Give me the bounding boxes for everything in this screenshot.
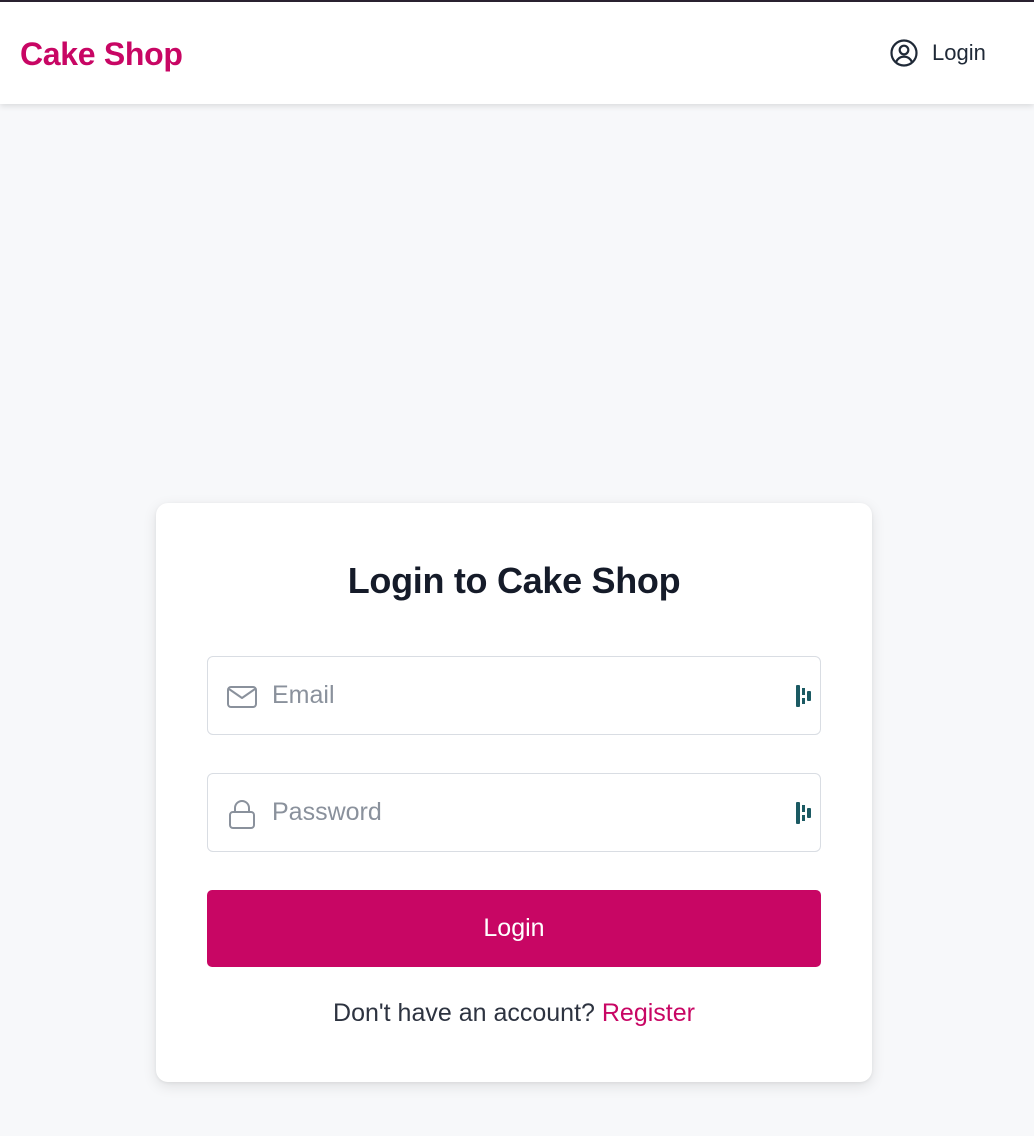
brand-logo-link[interactable]: Cake Shop — [20, 35, 183, 73]
envelope-icon — [227, 686, 257, 708]
user-circle-icon — [890, 39, 918, 67]
register-prompt: Don't have an account? Register — [156, 998, 872, 1028]
login-title: Login to Cake Shop — [347, 560, 681, 601]
login-card: Login to Cake Shop Login Don't have an a… — [156, 503, 872, 1082]
register-prompt-text: Don't have an account? — [333, 999, 602, 1027]
email-input[interactable] — [272, 657, 782, 734]
register-link[interactable]: Register — [602, 999, 695, 1027]
login-submit-button[interactable]: Login — [207, 890, 821, 967]
password-manager-icon[interactable] — [796, 685, 813, 707]
password-input[interactable] — [272, 774, 782, 851]
password-manager-icon[interactable] — [796, 802, 813, 824]
email-field[interactable] — [207, 656, 821, 735]
password-field[interactable] — [207, 773, 821, 852]
lock-icon — [229, 800, 255, 829]
nav-login-link[interactable]: Login — [889, 38, 986, 68]
navbar: Cake Shop Login — [0, 2, 1034, 104]
nav-login-label: Login — [932, 40, 986, 65]
